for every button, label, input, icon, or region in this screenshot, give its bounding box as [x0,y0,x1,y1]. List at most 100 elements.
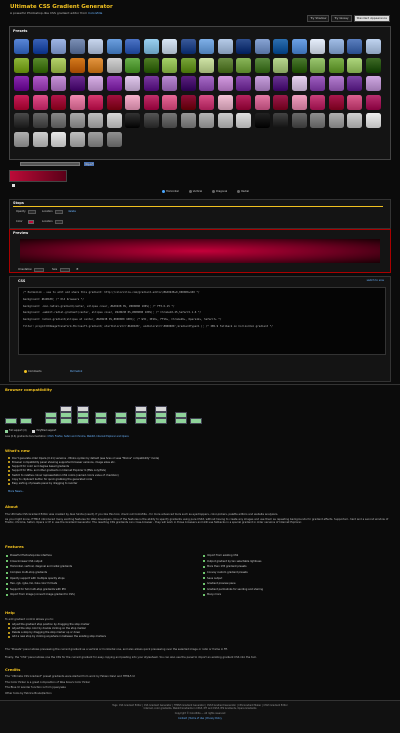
preset-swatch[interactable] [365,76,381,91]
preset-swatch[interactable] [180,113,196,128]
permalink-link[interactable]: Permalink [70,370,82,373]
preset-swatch[interactable] [32,57,48,73]
preset-swatch[interactable] [51,76,66,91]
gradient-name-input[interactable] [20,162,80,166]
preset-swatch[interactable] [273,39,288,54]
preset-swatch[interactable] [32,39,48,54]
preset-swatch[interactable] [14,94,29,110]
stop-color-swatch[interactable] [28,220,34,224]
preset-swatch[interactable] [106,131,122,147]
preset-swatch[interactable] [236,113,251,128]
preset-swatch[interactable] [162,94,177,110]
preset-swatch[interactable] [106,94,122,110]
preset-swatch[interactable] [51,113,66,128]
preset-swatch[interactable] [347,39,362,54]
preset-swatch[interactable] [310,113,325,128]
gradient-editor-bar[interactable] [9,170,67,182]
preset-swatch[interactable] [217,57,233,73]
theme-shadow-button[interactable]: Try Shadow [307,15,330,23]
preset-swatch[interactable] [328,113,344,128]
radio-radial[interactable]: Radial [237,190,249,194]
preset-swatch[interactable] [125,57,140,73]
preset-swatch[interactable] [14,39,29,54]
preset-swatch[interactable] [328,94,344,110]
preset-swatch[interactable] [143,39,159,54]
preset-swatch[interactable] [14,131,29,147]
preset-swatch[interactable] [88,76,103,91]
preset-swatch[interactable] [69,131,85,147]
stop-opacity-input[interactable] [28,210,36,214]
preset-swatch[interactable] [51,39,66,54]
preset-swatch[interactable] [180,57,196,73]
preset-swatch[interactable] [125,94,140,110]
preset-swatch[interactable] [273,94,288,110]
preset-swatch[interactable] [180,39,196,54]
colorzilla-link[interactable]: ColorZilla [88,11,102,15]
preset-swatch[interactable] [347,57,362,73]
preset-swatch[interactable] [328,76,344,91]
preset-swatch[interactable] [199,76,214,91]
preset-swatch[interactable] [199,113,214,128]
preset-swatch[interactable] [217,76,233,91]
theme-standard-button[interactable]: Standard Appearance [353,15,390,23]
preset-swatch[interactable] [32,131,48,147]
preset-swatch[interactable] [254,57,270,73]
preset-swatch[interactable] [51,57,66,73]
preset-swatch[interactable] [291,57,307,73]
preset-swatch[interactable] [254,113,270,128]
radio-horizontal[interactable]: Horizontal [162,190,179,194]
stop-delete-link[interactable]: delete [68,210,76,213]
preset-swatch[interactable] [125,76,140,91]
preset-swatch[interactable] [310,57,325,73]
preset-swatch[interactable] [143,94,159,110]
preset-swatch[interactable] [88,113,103,128]
preset-swatch[interactable] [347,94,362,110]
preset-swatch[interactable] [217,113,233,128]
css-output[interactable]: /* Permalink - use to edit and share thi… [18,287,386,355]
more-news-link[interactable]: More News... [8,490,24,493]
preset-swatch[interactable] [143,57,159,73]
preset-swatch[interactable] [180,94,196,110]
preset-swatch[interactable] [310,39,325,54]
preset-swatch[interactable] [14,113,29,128]
preset-swatch[interactable] [32,76,48,91]
preset-swatch[interactable] [291,94,307,110]
preset-swatch[interactable] [236,57,251,73]
preset-swatch[interactable] [328,39,344,54]
preset-swatch[interactable] [199,39,214,54]
preview-size-input[interactable] [60,268,70,272]
preset-swatch[interactable] [254,94,270,110]
preset-swatch[interactable] [347,113,362,128]
preset-swatch[interactable] [14,76,29,91]
preset-swatch[interactable] [273,113,288,128]
gradient-stop-marker[interactable] [12,184,15,187]
preset-swatch[interactable] [106,113,122,128]
preset-swatch[interactable] [199,57,214,73]
preset-swatch[interactable] [328,57,344,73]
preset-swatch[interactable] [162,76,177,91]
preset-swatch[interactable] [32,94,48,110]
stop-location-input-2[interactable] [55,220,63,224]
preset-swatch[interactable] [51,131,66,147]
preset-swatch[interactable] [217,94,233,110]
comments-checkbox[interactable]: Comments [24,370,42,374]
preset-swatch[interactable] [69,76,85,91]
preset-swatch[interactable] [69,94,85,110]
radio-vertical[interactable]: Vertical [188,190,202,194]
preset-swatch[interactable] [217,39,233,54]
preset-swatch[interactable] [291,39,307,54]
preset-swatch[interactable] [236,76,251,91]
preset-swatch[interactable] [254,76,270,91]
preset-swatch[interactable] [51,94,66,110]
preset-swatch[interactable] [365,39,381,54]
preset-swatch[interactable] [106,39,122,54]
preset-swatch[interactable] [88,39,103,54]
preset-swatch[interactable] [162,39,177,54]
preset-swatch[interactable] [69,113,85,128]
radio-diagonal[interactable]: Diagonal [212,190,227,194]
preset-swatch[interactable] [273,57,288,73]
preset-swatch[interactable] [69,57,85,73]
preset-swatch[interactable] [365,57,381,73]
preset-swatch[interactable] [162,57,177,73]
preset-swatch[interactable] [14,57,29,73]
